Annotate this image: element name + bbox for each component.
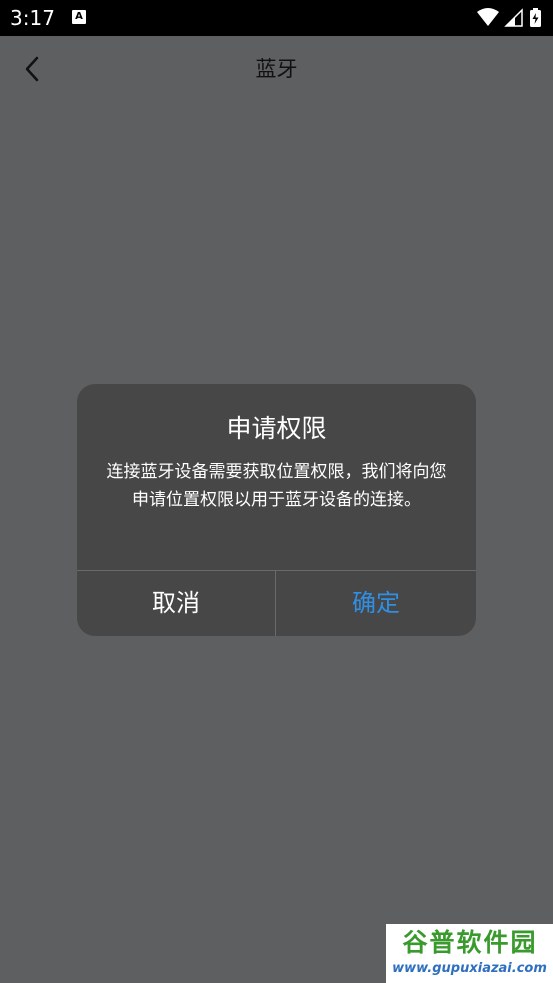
top-bar: 蓝牙 xyxy=(0,36,553,102)
signal-icon xyxy=(504,8,523,27)
status-bar: 3:17 A xyxy=(0,0,553,36)
status-time: 3:17 xyxy=(10,6,55,30)
dialog-message: 连接蓝牙设备需要获取位置权限，我们将向您申请位置权限以用于蓝牙设备的连接。 xyxy=(106,462,447,510)
battery-charging-icon xyxy=(530,8,541,27)
page-title: 蓝牙 xyxy=(255,57,298,81)
watermark-logo: 谷普软件园 www.gupuxiazai.com xyxy=(386,924,553,983)
status-icons xyxy=(475,7,545,29)
notification-a-icon: A xyxy=(72,10,86,24)
watermark-url: www.gupuxiazai.com xyxy=(392,961,547,976)
permission-dialog: 申请权限 连接蓝牙设备需要获取位置权限，我们将向您申请位置权限以用于蓝牙设备的连… xyxy=(77,384,476,636)
wifi-icon xyxy=(477,8,499,26)
cancel-button[interactable]: 取消 xyxy=(77,571,275,636)
watermark-title: 谷普软件园 xyxy=(402,928,538,957)
confirm-button[interactable]: 确定 xyxy=(276,571,476,636)
dialog-title: 申请权限 xyxy=(226,414,327,443)
